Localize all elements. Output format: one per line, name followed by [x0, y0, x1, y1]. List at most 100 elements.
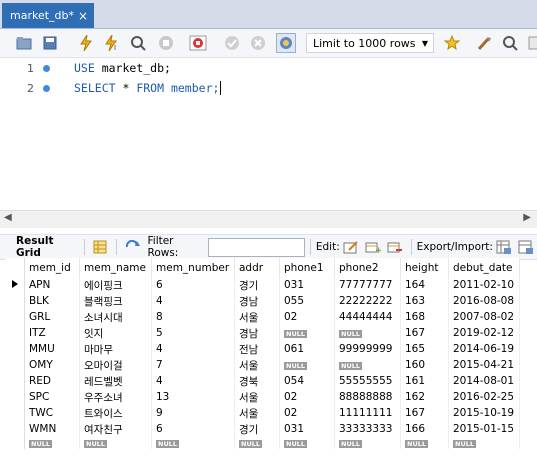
table-cell[interactable]: 잇지: [79, 325, 152, 341]
explain-magnifier-icon[interactable]: [128, 33, 148, 53]
table-row[interactable]: OMY 오마이걸 7 서울 NULL NULL 160 2015-04-21: [6, 357, 520, 373]
table-cell[interactable]: 160: [400, 357, 449, 373]
table-cell[interactable]: 서울: [234, 309, 280, 325]
table-cell[interactable]: 162: [400, 389, 449, 405]
table-cell[interactable]: BLK: [24, 293, 80, 309]
table-cell[interactable]: 2015-04-21: [448, 357, 520, 373]
limit-rows-select[interactable]: Limit to 1000 rows ▼: [306, 33, 434, 53]
table-cell[interactable]: 4: [151, 293, 235, 309]
row-header[interactable]: [6, 389, 25, 405]
table-cell[interactable]: 서울: [234, 357, 280, 373]
column-header[interactable]: phone1: [279, 258, 335, 277]
table-cell[interactable]: 에이핑크: [79, 277, 152, 293]
table-cell[interactable]: 13: [151, 389, 235, 405]
row-header[interactable]: [6, 309, 25, 325]
table-cell[interactable]: 167: [400, 405, 449, 421]
table-cell[interactable]: 전남: [234, 341, 280, 357]
table-cell[interactable]: 168: [400, 309, 449, 325]
table-cell[interactable]: 2016-02-25: [448, 389, 520, 405]
table-cell[interactable]: 055: [279, 293, 335, 309]
table-cell[interactable]: NULL: [151, 437, 235, 449]
table-cell[interactable]: 2019-02-12: [448, 325, 520, 341]
table-cell[interactable]: 서울: [234, 405, 280, 421]
table-cell[interactable]: 55555555: [334, 373, 401, 389]
table-cell[interactable]: 9: [151, 405, 235, 421]
table-cell[interactable]: NULL: [448, 437, 520, 449]
sql-editor[interactable]: 1 USE market_db; 2 SELECT * FROM member;: [0, 58, 537, 210]
invisible-chars-icon[interactable]: [524, 33, 537, 53]
table-row[interactable]: GRL 소녀시대 8 서울 02 44444444 168 2007-08-02: [6, 309, 520, 325]
row-header[interactable]: [6, 421, 25, 437]
column-header[interactable]: mem_name: [79, 258, 152, 277]
table-cell[interactable]: 4: [151, 341, 235, 357]
table-cell[interactable]: 02: [279, 309, 335, 325]
filter-rows-input[interactable]: [208, 237, 305, 257]
table-cell[interactable]: 8: [151, 309, 235, 325]
column-header[interactable]: phone2: [334, 258, 401, 277]
import-icon[interactable]: [518, 239, 534, 255]
table-cell[interactable]: 5: [151, 325, 235, 341]
table-row[interactable]: TWC 트와이스 9 서울 02 11111111 167 2015-10-19: [6, 405, 520, 421]
table-cell[interactable]: 레드벨벳: [79, 373, 152, 389]
table-row[interactable]: WMN 여자친구 6 경기 031 33333333 166 2015-01-15: [6, 421, 520, 437]
table-cell[interactable]: NULL: [334, 437, 401, 449]
row-header[interactable]: [6, 325, 25, 341]
scroll-left-icon[interactable]: ◀: [4, 212, 12, 223]
tab-close-icon[interactable]: ×: [78, 9, 88, 23]
table-cell[interactable]: NULL: [334, 325, 401, 341]
table-cell[interactable]: NULL: [400, 437, 449, 449]
table-cell[interactable]: 163: [400, 293, 449, 309]
delete-row-icon[interactable]: [387, 239, 403, 255]
table-cell[interactable]: 44444444: [334, 309, 401, 325]
table-cell[interactable]: 2015-10-19: [448, 405, 520, 421]
export-icon[interactable]: [496, 239, 512, 255]
table-row[interactable]: NULL NULL NULL NULL NULL NULL NULL NULL: [6, 437, 520, 449]
commit-check-icon[interactable]: [222, 33, 242, 53]
row-header[interactable]: [6, 373, 25, 389]
table-cell[interactable]: 161: [400, 373, 449, 389]
refresh-icon[interactable]: [125, 239, 141, 255]
row-header[interactable]: [6, 405, 25, 421]
table-cell[interactable]: GRL: [24, 309, 80, 325]
table-cell[interactable]: 99999999: [334, 341, 401, 357]
table-cell[interactable]: 6: [151, 277, 235, 293]
table-cell[interactable]: 4: [151, 373, 235, 389]
table-cell[interactable]: 블랙핑크: [79, 293, 152, 309]
execute-lightning-icon[interactable]: [76, 33, 96, 53]
table-cell[interactable]: NULL: [279, 357, 335, 373]
table-row[interactable]: MMU 마마무 4 전남 061 99999999 165 2014-06-19: [6, 341, 520, 357]
table-cell[interactable]: 054: [279, 373, 335, 389]
table-cell[interactable]: 02: [279, 389, 335, 405]
table-cell[interactable]: 마마무: [79, 341, 152, 357]
grid-layout-icon[interactable]: [92, 239, 107, 255]
table-cell[interactable]: 서울: [234, 389, 280, 405]
row-header[interactable]: [6, 341, 25, 357]
table-cell[interactable]: TWC: [24, 405, 80, 421]
table-cell[interactable]: OMY: [24, 357, 80, 373]
table-cell[interactable]: MMU: [24, 341, 80, 357]
column-header[interactable]: addr: [234, 258, 280, 277]
table-cell[interactable]: 경기: [234, 421, 280, 437]
table-cell[interactable]: 11111111: [334, 405, 401, 421]
table-cell[interactable]: 22222222: [334, 293, 401, 309]
table-row[interactable]: SPC 우주소녀 13 서울 02 88888888 162 2016-02-25: [6, 389, 520, 405]
table-cell[interactable]: 6: [151, 421, 235, 437]
table-cell[interactable]: 167: [400, 325, 449, 341]
table-cell[interactable]: 여자친구: [79, 421, 152, 437]
table-cell[interactable]: 우주소녀: [79, 389, 152, 405]
table-row[interactable]: BLK 블랙핑크 4 경남 055 22222222 163 2016-08-08: [6, 293, 520, 309]
editor-horizontal-scrollbar[interactable]: ◀ ▶: [0, 210, 537, 228]
table-cell[interactable]: 061: [279, 341, 335, 357]
table-cell[interactable]: 2014-08-01: [448, 373, 520, 389]
table-cell[interactable]: 경남: [234, 293, 280, 309]
table-cell[interactable]: 164: [400, 277, 449, 293]
table-cell[interactable]: 2007-08-02: [448, 309, 520, 325]
column-header[interactable]: height: [400, 258, 449, 277]
beautify-brush-icon[interactable]: [474, 33, 494, 53]
tab-market-db[interactable]: market_db* ×: [2, 3, 94, 28]
column-header[interactable]: mem_id: [24, 258, 80, 277]
column-header[interactable]: mem_number: [151, 258, 235, 277]
table-row[interactable]: APN 에이핑크 6 경기 031 77777777 164 2011-02-10: [6, 277, 520, 293]
scroll-right-icon[interactable]: ▶: [523, 212, 531, 223]
table-cell[interactable]: 7: [151, 357, 235, 373]
